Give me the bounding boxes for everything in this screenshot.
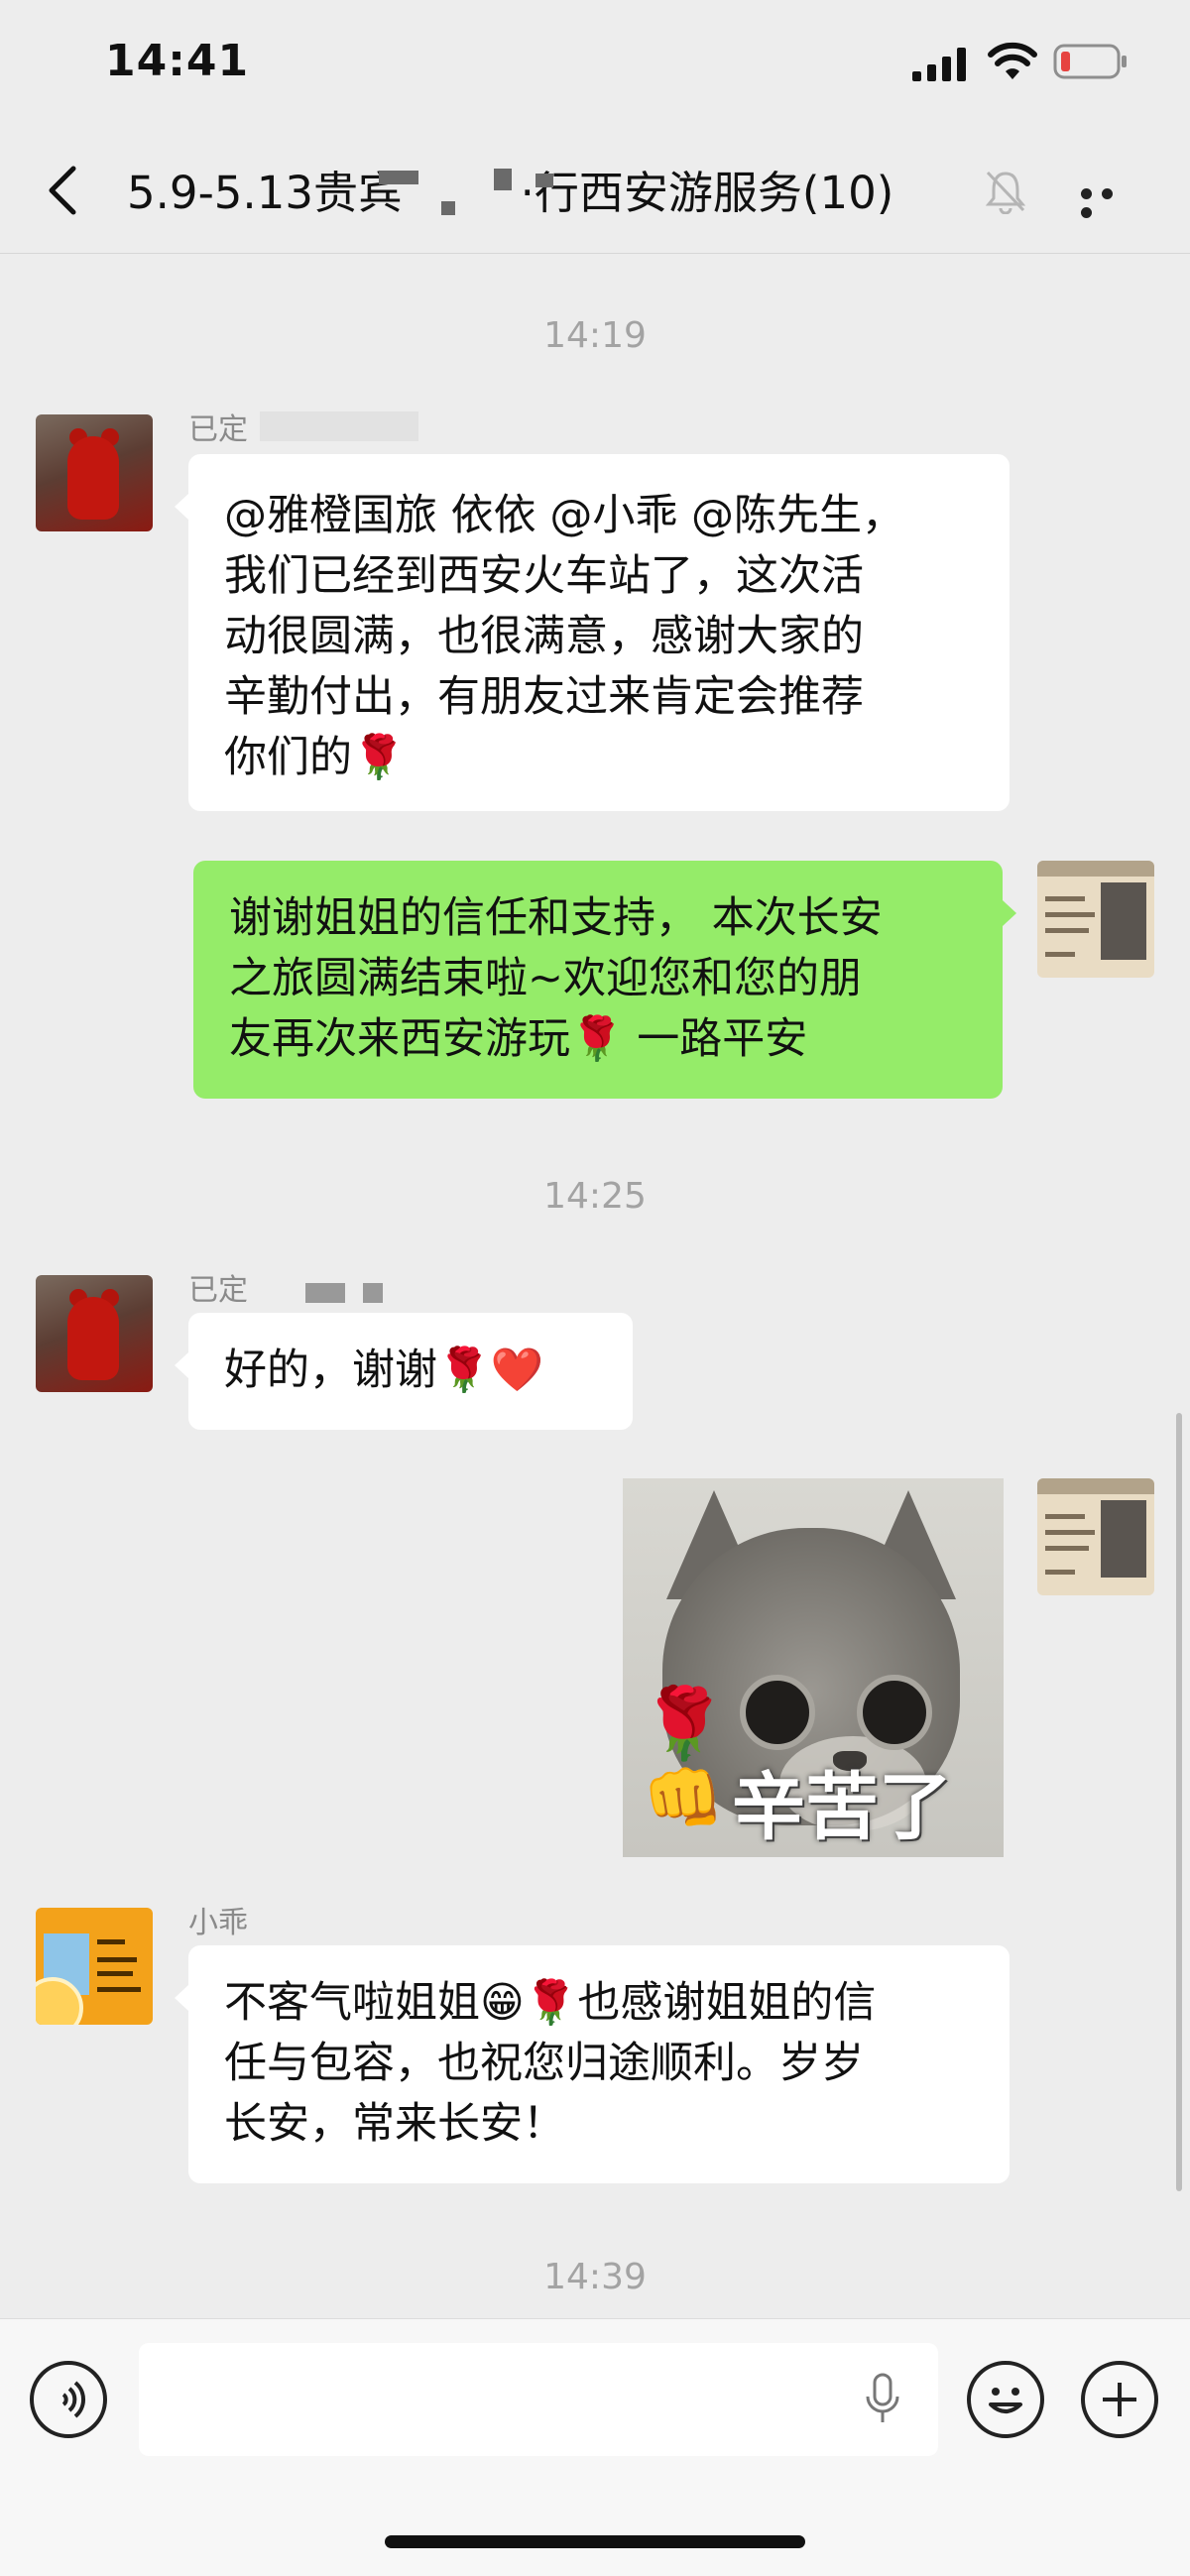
microphone-icon[interactable] <box>863 2371 902 2426</box>
blur-mask <box>363 1283 383 1303</box>
timestamp: 14:39 <box>543 2257 647 2297</box>
home-indicator[interactable] <box>385 2535 805 2548</box>
message-line: 好的，谢谢🌹❤️ <box>224 1346 544 1395</box>
message-bubble[interactable]: 谢谢姐姐的信任和支持， 本次长安 之旅圆满结束啦~欢迎您和您的朋 友再次来西安游… <box>193 861 1016 1099</box>
message-bubble[interactable]: @雅橙国旅 依依 @小乖 @陈先生， 我们已经到西安火车站了，这次活 动很圆满，… <box>175 454 1010 811</box>
rose-icon: 🌹 <box>641 1683 728 1764</box>
message-line: 谢谢姐姐的信任和支持， 本次长安 <box>229 893 883 943</box>
message-line: @雅橙国旅 依依 @小乖 @陈先生， <box>224 491 905 540</box>
message-line: 我们已经到西安火车站了，这次活 <box>224 551 864 601</box>
timestamp: 14:19 <box>543 315 647 356</box>
status-time: 14:41 <box>105 36 250 86</box>
sender-name: 已定 <box>188 412 248 447</box>
sticker-caption: 辛苦了 <box>732 1765 952 1850</box>
message-line: 之旅圆满结束啦~欢迎您和您的朋 <box>229 954 863 1003</box>
plus-icon[interactable] <box>1081 2361 1158 2438</box>
message-line: 辛勤付出，有朋友过来肯定会推荐 <box>224 672 864 722</box>
message-line: 友再次来西安游玩🌹 一路平安 <box>229 1014 808 1064</box>
red-bear-avatar[interactable] <box>36 1275 153 1392</box>
blur-mask <box>441 201 455 215</box>
blur-mask <box>305 1283 345 1303</box>
red-bear-avatar[interactable] <box>36 414 153 531</box>
sender-name: 小乖 <box>188 1906 248 1940</box>
emoji-icon[interactable] <box>967 2361 1044 2438</box>
voice-icon[interactable] <box>30 2361 107 2438</box>
timestamp: 14:25 <box>543 1176 647 1217</box>
message-line: 动很圆满，也很满意，感谢大家的 <box>224 612 864 661</box>
orange-card-avatar[interactable] <box>36 1908 153 2025</box>
message-line: 不客气啦姐姐😁🌹也感谢姐姐的信 <box>224 1978 877 2028</box>
blur-mask <box>536 174 553 187</box>
status-bar: 14:41 <box>0 0 1190 129</box>
message-input[interactable] <box>139 2343 938 2456</box>
wifi-icon <box>988 42 1037 79</box>
blur-mask <box>494 169 512 190</box>
blur-mask <box>260 411 418 441</box>
scrollbar[interactable] <box>1176 1413 1182 2191</box>
ellipsis-icon[interactable] <box>1081 184 1138 218</box>
battery-icon <box>1053 44 1127 79</box>
business-card-avatar[interactable] <box>1037 1478 1154 1595</box>
cat-sticker[interactable]: 🌹 👊 辛苦了 <box>623 1478 1004 1857</box>
chevron-left-icon[interactable] <box>44 161 83 220</box>
business-card-avatar[interactable] <box>1037 861 1154 978</box>
fist-icon: 👊 <box>643 1760 725 1836</box>
message-bubble[interactable]: 好的，谢谢🌹❤️ <box>175 1313 633 1430</box>
sender-name: 已定 <box>188 1273 248 1308</box>
message-bubble[interactable]: 不客气啦姐姐😁🌹也感谢姐姐的信 任与包容，也祝您归途顺利。岁岁 长安，常来长安！ <box>175 1945 1010 2183</box>
mute-bell-icon <box>985 171 1026 214</box>
blur-mask <box>379 171 418 184</box>
cellular-signal-icon <box>912 48 966 81</box>
message-line: 任与包容，也祝您归途顺利。岁岁 <box>224 2039 864 2088</box>
message-line: 你们的🌹 <box>224 733 406 782</box>
message-line: 长安，常来长安！ <box>224 2099 565 2149</box>
chat-header: 5.9-5.13贵宾 ·行西安游服务(10) <box>0 129 1190 254</box>
